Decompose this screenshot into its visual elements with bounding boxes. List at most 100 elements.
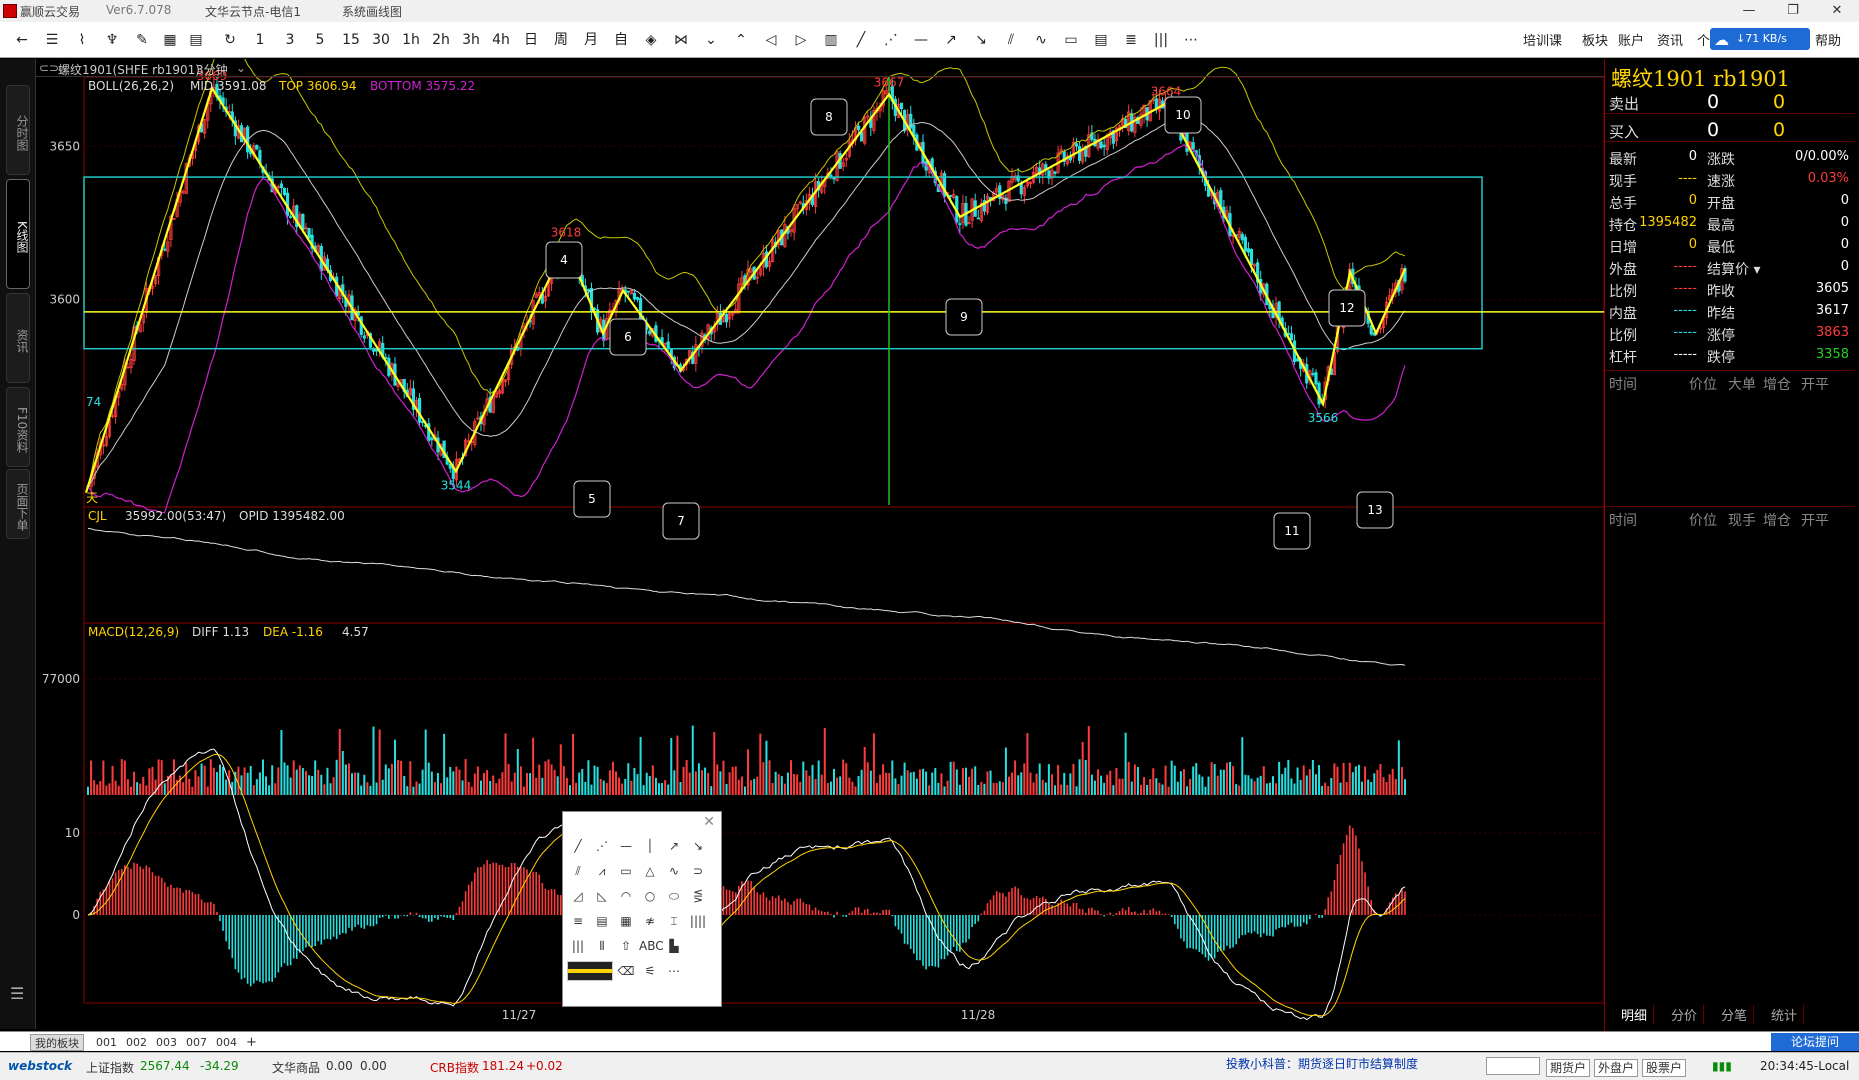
triangle-tool-icon[interactable]: △	[639, 861, 661, 881]
time-tool-icon[interactable]: |||	[567, 936, 589, 956]
zoom-icon[interactable]: ◈	[641, 30, 661, 50]
menu-sector[interactable]: 板块	[1582, 30, 1608, 49]
fib-icon[interactable]: ≣	[1121, 30, 1141, 50]
period-2h[interactable]: 2h	[430, 30, 452, 50]
back-arrow-icon[interactable]: ←	[12, 30, 32, 50]
menu-help[interactable]: 帮助	[1815, 30, 1841, 49]
tab-detail[interactable]: 明细	[1615, 1005, 1655, 1024]
bar-tool-icon[interactable]: ▙	[663, 936, 685, 956]
tab-003[interactable]: 003	[152, 1034, 181, 1051]
right-icon[interactable]: ▷	[791, 30, 811, 50]
period-30m[interactable]: 30	[370, 30, 392, 50]
up-arrow-tool-icon[interactable]: ⇧	[615, 936, 637, 956]
futures-account-button[interactable]: 期货户	[1546, 1059, 1591, 1077]
more-tools-icon[interactable]: ⋯	[663, 961, 685, 981]
percent-tool-icon[interactable]: ≉	[639, 911, 661, 931]
quick-search-input[interactable]	[1486, 1057, 1540, 1075]
fib-ret-tool-icon[interactable]: ▦	[615, 911, 637, 931]
period-4h[interactable]: 4h	[490, 30, 512, 50]
period-month[interactable]: 月	[581, 30, 601, 50]
menu-personal[interactable]: 个	[1697, 30, 1710, 49]
arrow-down-line-icon[interactable]: ↘	[971, 30, 991, 50]
line-chart-icon[interactable]: ⌇	[72, 30, 92, 50]
period-week[interactable]: 周	[551, 30, 571, 50]
list-icon[interactable]: ☰	[42, 30, 62, 50]
draw-tool-icon[interactable]: ✎	[132, 30, 152, 50]
chart-area[interactable]: 3650 3600 77000 10 0 11/27 11/28 3669 3618 3667 36…	[0, 59, 1604, 1031]
circle-tool-icon[interactable]: ○	[639, 886, 661, 906]
rect-tool-icon[interactable]: ▭	[615, 861, 637, 881]
hline-tool-icon[interactable]: —	[615, 836, 637, 856]
vol-name[interactable]: CJL	[88, 509, 107, 523]
ellipse-tool-icon[interactable]: ⬭	[663, 886, 685, 906]
news-ticker[interactable]: 投教小科普：期货逐日盯市结算制度	[1226, 1055, 1418, 1072]
arrow-down-tool-icon[interactable]: ↘	[687, 836, 709, 856]
hamburger-menu-icon[interactable]: ☰	[10, 984, 24, 1003]
add-tab-button[interactable]: +	[242, 1034, 261, 1051]
save-icon[interactable]: ▤	[186, 30, 206, 50]
close-button[interactable]: ✕	[1815, 0, 1859, 22]
side-tab-timeshare[interactable]: 分时图	[6, 85, 30, 175]
side-tab-news[interactable]: 资讯	[6, 293, 30, 383]
up-icon[interactable]: ⌃	[731, 30, 751, 50]
side-tab-kline[interactable]: K线图	[6, 179, 30, 289]
period-15m[interactable]: 15	[340, 30, 362, 50]
text-tool-icon[interactable]: ▤	[1091, 30, 1111, 50]
more-icon[interactable]: ⋯	[1181, 30, 1201, 50]
arc-tool-icon[interactable]: ⊃	[687, 861, 709, 881]
text-tool-icon[interactable]: ABC	[639, 936, 664, 956]
parallel-tool-icon[interactable]: ⫽	[567, 861, 589, 881]
period-5m[interactable]: 5	[312, 30, 328, 50]
menu-news[interactable]: 资讯	[1657, 30, 1683, 49]
period-3h[interactable]: 3h	[460, 30, 482, 50]
refresh-icon[interactable]: ↻	[220, 30, 240, 50]
period-1h[interactable]: 1h	[400, 30, 422, 50]
curve-tool-icon[interactable]: ∿	[663, 861, 685, 881]
kline-chart[interactable]: 365036007700010011/27 11/2836693618366736…	[0, 59, 1604, 1031]
gold-tool-icon[interactable]: ⌶	[663, 911, 685, 931]
minimize-button[interactable]: —	[1727, 0, 1771, 22]
link-icon[interactable]: ⊂⊃	[39, 61, 59, 75]
fib-tool-icon[interactable]: ≡	[567, 911, 589, 931]
period-3m[interactable]: 3	[282, 30, 298, 50]
polyline-tool-icon[interactable]: ⩘	[591, 861, 613, 881]
menu-account[interactable]: 账户	[1618, 30, 1644, 49]
stock-account-button[interactable]: 股票户	[1642, 1059, 1687, 1077]
hline-icon[interactable]: —	[911, 30, 931, 50]
channel-icon[interactable]: ⫽	[1001, 30, 1021, 50]
rect-icon[interactable]: ▭	[1061, 30, 1081, 50]
period-custom[interactable]: 自	[611, 30, 631, 50]
tab-001[interactable]: 001	[92, 1034, 121, 1051]
segment-tool-icon[interactable]: ╱	[567, 836, 589, 856]
foreign-account-button[interactable]: 外盘户	[1594, 1059, 1639, 1077]
tab-ticks[interactable]: 分笔	[1715, 1005, 1755, 1024]
tab-007[interactable]: 007	[182, 1034, 211, 1051]
eraser-tool-icon[interactable]: ⌫	[615, 961, 637, 981]
period-1m[interactable]: 1	[252, 30, 268, 50]
down-icon[interactable]: ⌄	[701, 30, 721, 50]
ray-tool-icon[interactable]: ⋰	[591, 836, 613, 856]
tab-004[interactable]: 004	[212, 1034, 241, 1051]
tab-002[interactable]: 002	[122, 1034, 151, 1051]
shrink-icon[interactable]: ⋈	[671, 30, 691, 50]
tab-price-dist[interactable]: 分价	[1665, 1005, 1705, 1024]
boll-name[interactable]: BOLL(26,26,2)	[88, 79, 174, 93]
left-icon[interactable]: ◁	[761, 30, 781, 50]
chevron-down-icon[interactable]: ⌄	[236, 61, 246, 75]
fan-tool-icon[interactable]: ◠	[615, 886, 637, 906]
speed-line-tool-icon[interactable]: ⋚	[687, 886, 709, 906]
time-zone-tool-icon[interactable]: ⦀	[591, 936, 613, 956]
arrow-up-tool-icon[interactable]: ↗	[663, 836, 685, 856]
settings-tool-icon[interactable]: ⚟	[639, 961, 661, 981]
chart-period[interactable]: 3分钟	[196, 61, 228, 78]
period-day[interactable]: 日	[521, 30, 541, 50]
layout-icon[interactable]: ▥	[821, 30, 841, 50]
tab-stats[interactable]: 统计	[1765, 1005, 1805, 1024]
cycle-tool-icon[interactable]: ||||	[687, 911, 709, 931]
side-tab-order[interactable]: 页面下单	[6, 469, 30, 539]
angle-tool-icon[interactable]: ◺	[591, 886, 613, 906]
fib-fan-tool-icon[interactable]: ▤	[591, 911, 613, 931]
tab-my-sector[interactable]: 我的板块	[30, 1034, 84, 1051]
menu-training[interactable]: 培训课	[1523, 30, 1562, 49]
arrow-line-icon[interactable]: ↗	[941, 30, 961, 50]
